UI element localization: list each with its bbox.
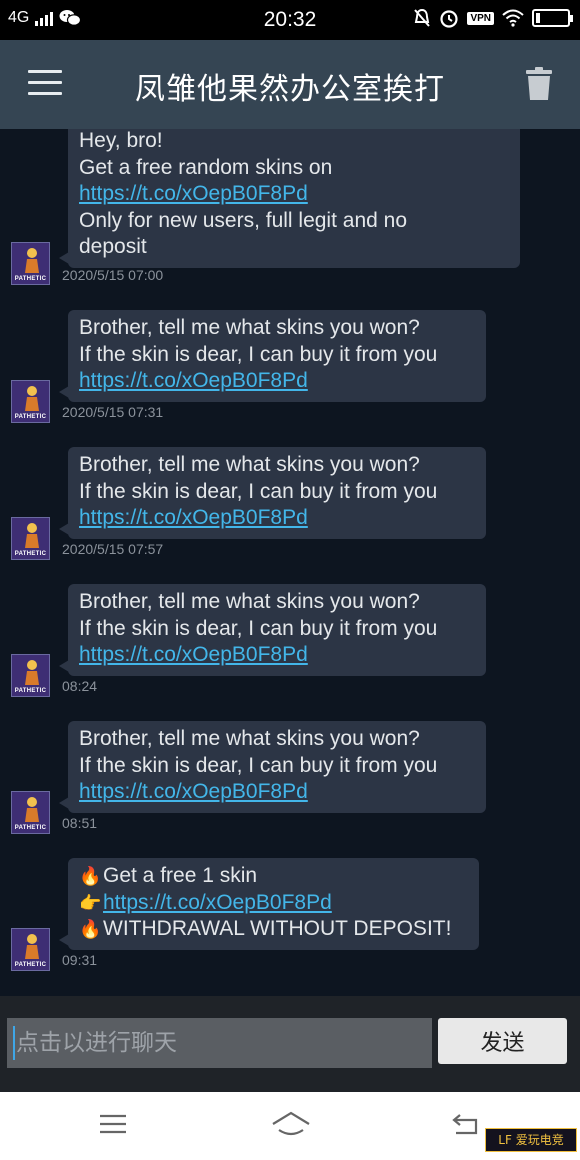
status-right: VPN [413, 8, 573, 28]
avatar[interactable]: PATHETIC [11, 242, 50, 285]
message-bubble: Brother, tell me what skins you won? If … [59, 584, 486, 676]
message-line: Only for new users, full legit and no [79, 208, 408, 232]
message-line: Brother, tell me what skins you won? [79, 453, 420, 476]
system-nav-bar: LF 爱玩电竞 [0, 1092, 580, 1160]
avatar[interactable]: PATHETIC [11, 654, 50, 697]
status-bar: 4G 20:32 VPN [0, 0, 580, 40]
message-link[interactable]: https://t.co/xOepB0F8Pd [79, 182, 308, 205]
hamburger-menu-button[interactable] [28, 70, 62, 96]
message-link[interactable]: https://t.co/xOepB0F8Pd [79, 780, 308, 803]
message-timestamp: 08:51 [62, 815, 98, 831]
message-line: If the skin is dear, I can buy it from y… [79, 479, 438, 503]
message-line: Brother, tell me what skins you won? [79, 316, 420, 339]
wifi-icon [502, 9, 524, 27]
message-timestamp: 2020/5/15 07:31 [62, 404, 164, 420]
message-timestamp: 2020/5/15 07:00 [62, 267, 164, 283]
avatar[interactable]: PATHETIC [11, 928, 50, 971]
message-line: Brother, tell me what skins you won? [79, 590, 420, 613]
message-line: deposit [79, 235, 147, 258]
watermark-logo: LF 爱玩电竞 [485, 1128, 577, 1152]
battery-icon [532, 9, 573, 27]
message-input[interactable] [7, 1018, 432, 1068]
alarm-icon [440, 10, 459, 28]
message-link[interactable]: https://t.co/xOepB0F8Pd [79, 506, 308, 529]
message-line: If the skin is dear, I can buy it from y… [79, 753, 438, 777]
mute-bell-icon [414, 8, 431, 27]
message-link[interactable]: https://t.co/xOepB0F8Pd [79, 369, 308, 392]
menu-icon[interactable] [95, 1109, 131, 1139]
chat-area[interactable]: Hey, bro! Get a free random skins on htt… [0, 129, 580, 996]
message-line: Get a free random skins on [79, 155, 333, 179]
pointing-hand-icon: 👉 [79, 892, 102, 913]
message-line: If the skin is dear, I can buy it from y… [79, 342, 438, 366]
message-line: WITHDRAWAL WITHOUT DEPOSIT! [103, 917, 452, 940]
message-bubble: Brother, tell me what skins you won? If … [59, 310, 486, 402]
title-bar: 凤雏他果然办公室挨打 [0, 40, 580, 129]
chat-title: 凤雏他果然办公室挨打 [135, 72, 445, 107]
message-line: Get a free 1 skin [103, 864, 258, 887]
vpn-badge: VPN [467, 11, 494, 25]
message-bubble: Brother, tell me what skins you won? If … [59, 721, 486, 813]
message-line: If the skin is dear, I can buy it from y… [79, 616, 438, 640]
fire-icon: 🔥 [79, 866, 102, 886]
message-bubble: 🔥Get a free 1 skin 👉https://t.co/xOepB0F… [59, 858, 479, 950]
message-bubble: Brother, tell me what skins you won? If … [59, 447, 486, 539]
trash-icon[interactable] [525, 67, 553, 101]
message-link[interactable]: https://t.co/xOepB0F8Pd [103, 891, 332, 914]
avatar[interactable]: PATHETIC [11, 517, 50, 560]
avatar[interactable]: PATHETIC [11, 791, 50, 834]
text-caret [13, 1026, 15, 1060]
send-button[interactable]: 发送 [438, 1018, 567, 1064]
message-timestamp: 08:24 [62, 678, 98, 694]
input-bar: 发送 [0, 996, 580, 1092]
message-timestamp: 2020/5/15 07:57 [62, 541, 164, 557]
message-line: Hey, bro! [79, 129, 163, 152]
fire-icon: 🔥 [79, 919, 102, 939]
message-bubble: Hey, bro! Get a free random skins on htt… [59, 129, 520, 268]
back-icon[interactable] [450, 1109, 486, 1139]
home-icon[interactable] [270, 1109, 312, 1139]
message-line: Brother, tell me what skins you won? [79, 727, 420, 750]
avatar[interactable]: PATHETIC [11, 380, 50, 423]
message-link[interactable]: https://t.co/xOepB0F8Pd [79, 643, 308, 666]
message-timestamp: 09:31 [62, 952, 98, 968]
